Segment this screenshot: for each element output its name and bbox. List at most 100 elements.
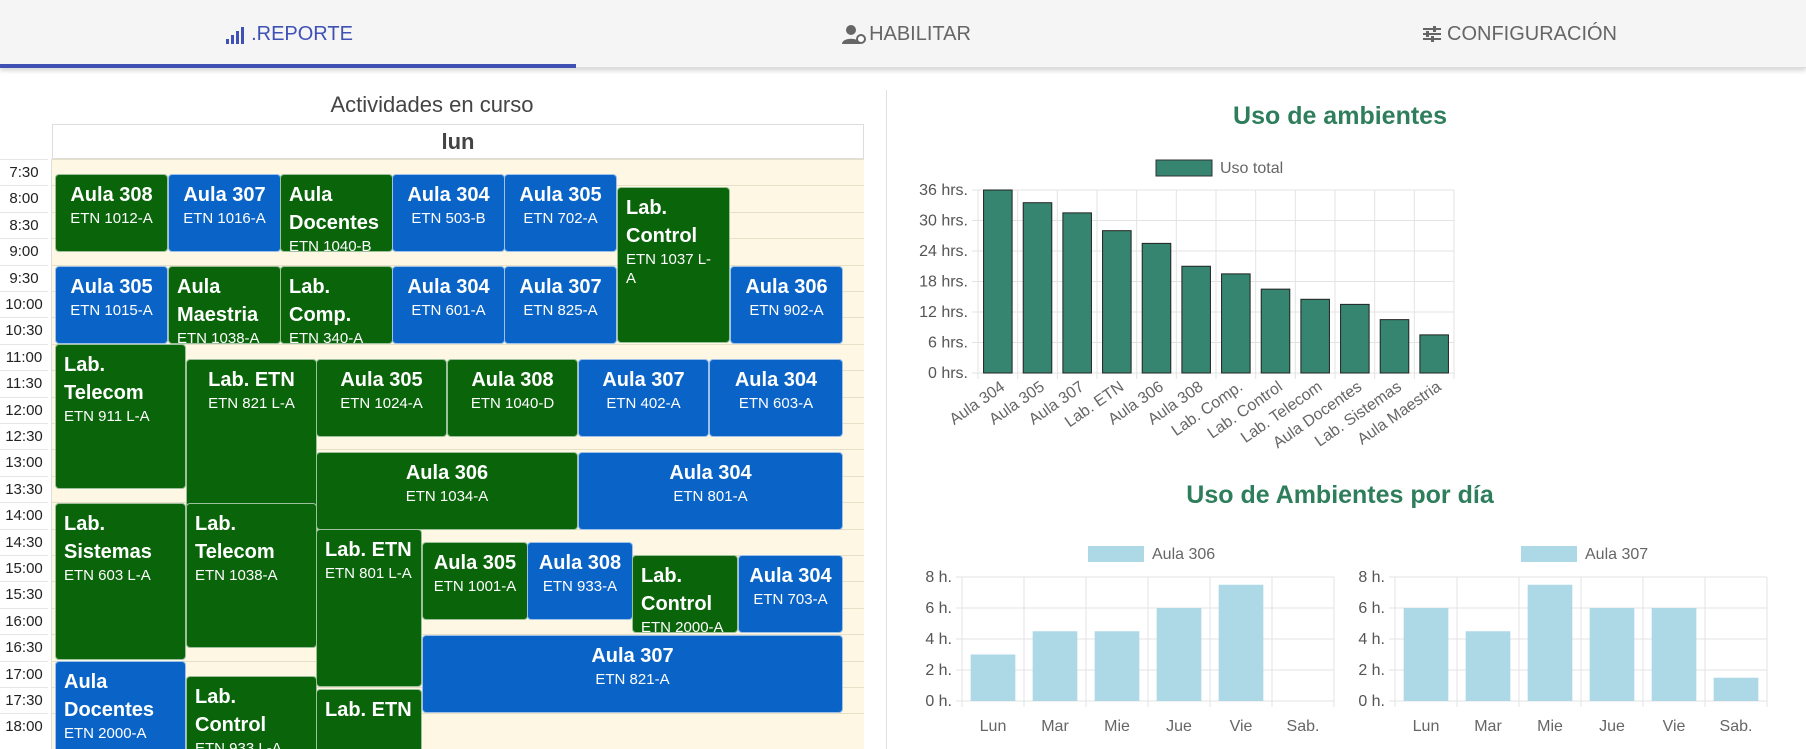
time-label: 12:00 <box>0 396 48 423</box>
schedule-event[interactable]: Aula 305 ETN 1001-A <box>422 542 528 620</box>
time-label: 13:00 <box>0 449 48 475</box>
schedule-event[interactable]: Aula 305 ETN 1015-A <box>55 266 168 344</box>
schedule-event[interactable]: Lab. ETN <box>316 689 422 749</box>
tab-habilitar[interactable]: HABILITAR <box>618 0 1194 68</box>
legend-label: Uso total <box>1220 160 1283 177</box>
event-room-name: Aula 304 <box>734 369 818 391</box>
chart-bar <box>1156 608 1202 701</box>
event-room-name: Aula 308 <box>70 184 153 206</box>
chart-bar <box>1032 631 1078 701</box>
schedule-event[interactable]: Aula 304 ETN 503-B <box>392 174 505 252</box>
event-room-name: Aula 307 <box>591 645 674 667</box>
schedule-event[interactable]: Aula Docentes ETN 2000-A <box>55 661 186 749</box>
chart-title-usage: Uso de ambientes <box>1233 102 1447 130</box>
time-label: 18:00 <box>0 713 48 739</box>
signal-bars-icon <box>226 27 245 44</box>
legend-swatch <box>1155 159 1213 177</box>
schedule-event[interactable]: Lab. Control ETN 933 L-A <box>186 676 317 749</box>
x-tick-label: Mar <box>1041 718 1069 735</box>
schedule-event[interactable]: Aula 305 ETN 702-A <box>504 174 617 252</box>
schedule-event[interactable]: Aula 308 ETN 1012-A <box>55 174 168 252</box>
event-room-name: Aula Docentes <box>289 184 380 234</box>
schedule-event[interactable]: Aula 307 ETN 1016-A <box>168 174 281 252</box>
time-label: 9:00 <box>0 238 48 264</box>
event-course-code: ETN 902-A <box>749 302 824 319</box>
chart-bar <box>1062 212 1092 374</box>
chart-bar <box>1403 608 1449 701</box>
schedule-event[interactable]: Aula 305 ETN 1024-A <box>316 359 447 437</box>
time-label: 17:30 <box>0 687 48 713</box>
schedule-event[interactable]: Aula 304 ETN 801-A <box>578 452 843 530</box>
schedule-event[interactable]: Aula 306 ETN 902-A <box>730 266 843 344</box>
chart-bar <box>1379 319 1410 374</box>
y-tick-label: 6 hrs. <box>928 335 968 352</box>
schedule-event[interactable]: Lab. Telecom ETN 911 L-A <box>55 344 186 489</box>
x-tick-label: Mie <box>1104 718 1130 735</box>
schedule-event[interactable]: Aula 306 ETN 1034-A <box>316 452 578 530</box>
y-tick-label: 0 h. <box>925 693 952 710</box>
event-course-code: ETN 1034-A <box>405 488 489 505</box>
schedule-grid: Aula 308 ETN 1012-A Aula 307 ETN 1016-A Aula… <box>52 159 864 749</box>
y-tick-label: 18 hrs. <box>919 274 968 291</box>
event-course-code: ETN 1038-A <box>195 567 278 584</box>
event-course-code: ETN 911 L-A <box>64 408 150 425</box>
time-label: 7:30 <box>0 159 48 185</box>
y-tick-label: 8 h. <box>1358 569 1385 586</box>
x-tick-label: Vie <box>1230 718 1253 735</box>
time-label: 17:00 <box>0 660 48 687</box>
event-room-name: Aula 305 <box>433 552 517 574</box>
event-course-code: ETN 2000-A <box>641 619 724 633</box>
event-course-code: ETN 2000-A <box>64 725 147 742</box>
tab-configuracion[interactable]: CONFIGURACIÓN <box>1230 0 1806 68</box>
schedule-event[interactable]: Aula 304 ETN 603-A <box>709 359 843 437</box>
schedule-event[interactable]: Aula 307 ETN 402-A <box>578 359 709 437</box>
schedule-event[interactable]: Aula 308 ETN 933-A <box>527 542 633 620</box>
schedule-event[interactable]: Lab. ETN ETN 801 L-A <box>316 529 422 687</box>
event-course-code: ETN 1040-B <box>289 238 372 252</box>
tab-reporte-label: .REPORTE <box>251 22 353 45</box>
tab-reporte[interactable]: .REPORTE <box>0 0 576 68</box>
event-room-name: Aula Docentes <box>64 671 155 721</box>
schedule-event[interactable]: Aula 304 ETN 703-A <box>738 555 843 633</box>
chart-legend: Uso total <box>1155 159 1283 177</box>
schedule-event[interactable]: Lab. Sistemas ETN 603 L-A <box>55 503 186 660</box>
event-course-code: ETN 1001-A <box>433 578 517 595</box>
schedule-event[interactable]: Aula 308 ETN 1040-D <box>447 359 578 437</box>
event-room-name: Aula 308 <box>538 552 622 574</box>
schedule-event[interactable]: Lab. Comp. ETN 340-A <box>280 266 393 344</box>
schedule-event[interactable]: Lab. Telecom ETN 1038-A <box>186 503 317 648</box>
schedule-event[interactable]: Aula 307 ETN 825-A <box>504 266 617 344</box>
event-room-name: Aula 304 <box>669 462 752 484</box>
chart-bar <box>1102 230 1132 374</box>
event-room-name: Aula 307 <box>183 184 266 206</box>
event-room-name: Aula 305 <box>70 276 153 298</box>
event-course-code: ETN 825-A <box>523 302 598 319</box>
x-tick-label: Sab. <box>1720 718 1753 735</box>
event-room-name: Lab. ETN <box>325 699 412 721</box>
y-tick-label: 24 hrs. <box>919 243 968 260</box>
schedule-event[interactable]: Aula Maestria ETN 1038-A <box>168 266 281 344</box>
event-room-name: Aula 305 <box>519 184 602 206</box>
event-room-name: Aula 304 <box>749 565 832 587</box>
time-label: 10:00 <box>0 291 48 317</box>
x-tick-label: Vie <box>1663 718 1686 735</box>
daily-chart-aula-306: Aula 306 0 h. 2 h. 4 h. 6 h. 8 h. Lun Mar Mie Jue… <box>925 546 1335 735</box>
y-tick-label: 4 h. <box>925 631 952 648</box>
schedule-event[interactable]: Lab. Control ETN 2000-A <box>632 555 738 633</box>
event-room-name: Aula 305 <box>340 369 423 391</box>
event-course-code: ETN 1040-D <box>470 395 555 412</box>
event-course-code: ETN 402-A <box>606 395 681 412</box>
chart-bar <box>1141 242 1172 374</box>
x-tick-label: Lun <box>1413 718 1440 735</box>
schedule-event[interactable]: Lab. Control ETN 1037 L-A <box>617 187 730 343</box>
time-label: 16:30 <box>0 634 48 660</box>
event-course-code: ETN 503-B <box>411 210 486 227</box>
schedule-event[interactable]: Aula 304 ETN 601-A <box>392 266 505 344</box>
y-tick-label: 2 h. <box>925 662 952 679</box>
schedule-event[interactable]: Aula Docentes ETN 1040-B <box>280 174 393 252</box>
schedule-event[interactable]: Aula 307 ETN 821-A <box>422 635 843 713</box>
usage-bar-chart: Uso total 0 hrs. 6 hrs. 12 hrs. 18 hrs. 24 hr… <box>919 159 1455 450</box>
y-tick-label: 12 hrs. <box>919 304 968 321</box>
grid-line <box>52 159 864 160</box>
chart-bar <box>1022 202 1053 374</box>
